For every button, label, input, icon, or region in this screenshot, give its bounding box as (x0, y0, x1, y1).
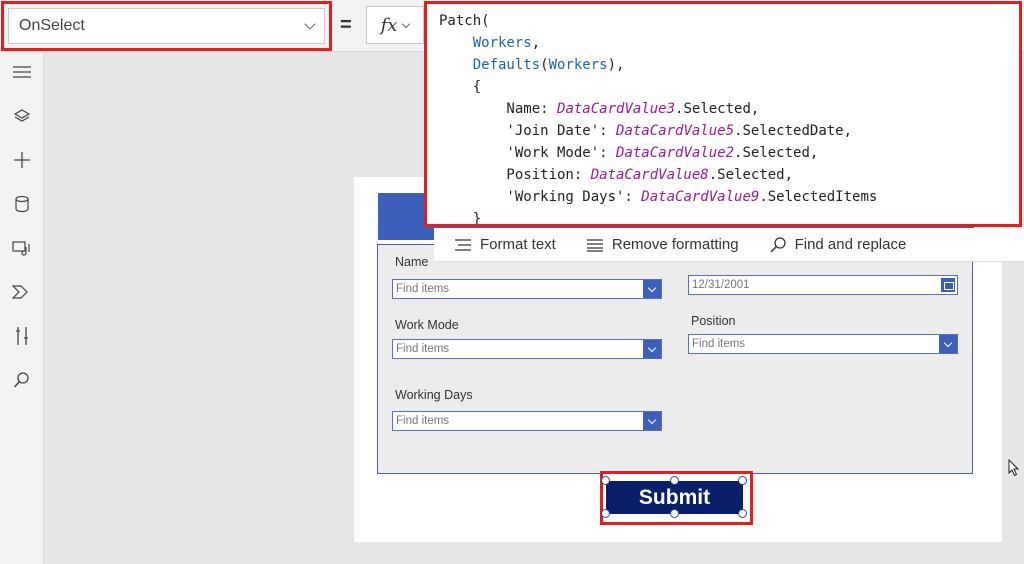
name-label: Name (395, 255, 429, 269)
code-text: 'Join Date': (439, 123, 617, 139)
chevron-down-icon[interactable] (939, 335, 957, 353)
fx-button[interactable]: fx (366, 6, 424, 44)
chevron-down-icon (402, 19, 411, 28)
calendar-icon[interactable] (941, 278, 955, 292)
formula-code[interactable]: Patch( Workers, Defaults(Workers), { Nam… (439, 10, 877, 227)
find-replace-button[interactable]: Find and replace (769, 236, 907, 254)
find-replace-label: Find and replace (794, 236, 907, 253)
code-text: } (439, 211, 482, 227)
work-mode-combobox[interactable]: Find items (392, 339, 662, 359)
code-text: Position: (439, 167, 591, 183)
code-text: Name: (439, 101, 558, 117)
work-mode-label: Work Mode (395, 318, 459, 332)
code-text: { (439, 79, 482, 95)
plus-icon[interactable] (6, 144, 38, 176)
code-text: .SelectedItems (759, 189, 878, 205)
position-placeholder: Find items (692, 338, 746, 350)
mouse-cursor-icon (1008, 459, 1020, 477)
resize-handle[interactable] (670, 476, 679, 485)
code-line: Workers, (439, 32, 877, 54)
media-icon[interactable] (6, 232, 38, 264)
format-text-label: Format text (480, 236, 556, 253)
remove-formatting-icon (586, 238, 603, 252)
name-placeholder: Find items (396, 283, 450, 295)
code-text: ( (540, 57, 549, 73)
code-line: Position: DataCardValue8.Selected, (439, 164, 877, 186)
hamburger-icon[interactable] (6, 56, 38, 88)
working-days-combobox[interactable]: Find items (392, 411, 662, 431)
code-line: { (439, 76, 877, 98)
code-text: 'Work Mode': (439, 145, 617, 161)
code-line: Name: DataCardValue3.Selected, (439, 98, 877, 120)
code-line: 'Join Date': DataCardValue5.SelectedDate… (439, 120, 877, 142)
remove-formatting-label: Remove formatting (611, 236, 739, 253)
position-combobox[interactable]: Find items (688, 334, 958, 354)
code-line: Defaults(Workers), (439, 54, 877, 76)
code-variable: DataCardValue5 (616, 123, 735, 139)
code-line: 'Working Days': DataCardValue9.SelectedI… (439, 186, 877, 208)
code-text: Patch( (439, 13, 490, 29)
code-table: Workers (472, 35, 532, 51)
property-dropdown[interactable]: OnSelect (8, 8, 325, 44)
search-icon[interactable] (6, 364, 38, 396)
formula-format-bar: Format text Remove formatting Find and r… (434, 228, 1024, 262)
resize-handle[interactable] (738, 509, 747, 518)
format-text-icon (455, 238, 471, 251)
chevron-down-icon (304, 18, 316, 30)
resize-handle[interactable] (601, 509, 610, 518)
resize-handle[interactable] (738, 476, 747, 485)
chevron-down-icon[interactable] (643, 340, 661, 358)
fx-icon: fx (380, 14, 398, 36)
remove-formatting-button[interactable]: Remove formatting (586, 236, 739, 253)
code-text: 'Working Days': (439, 189, 642, 205)
left-rail (0, 52, 44, 564)
chevron-down-icon[interactable] (643, 280, 661, 298)
database-icon[interactable] (6, 188, 38, 220)
code-variable: DataCardValue2 (616, 145, 735, 161)
power-automate-icon[interactable] (6, 276, 38, 308)
code-table: Workers (548, 57, 608, 73)
working-days-placeholder: Find items (396, 415, 450, 427)
work-mode-placeholder: Find items (396, 343, 450, 355)
code-text: .Selected, (708, 167, 794, 183)
code-variable: DataCardValue9 (641, 189, 760, 205)
position-label: Position (691, 314, 736, 328)
code-text: .Selected, (675, 101, 760, 117)
tools-icon[interactable] (6, 320, 38, 352)
code-text: .Selected, (734, 145, 819, 161)
worker-form: Name Find items Join Date 12/31/2001 Wor… (377, 244, 973, 474)
code-variable: DataCardValue3 (557, 101, 676, 117)
code-table: Defaults (472, 57, 541, 73)
code-line: 'Work Mode': DataCardValue2.Selected, (439, 142, 877, 164)
resize-handle[interactable] (670, 509, 679, 518)
chevron-down-icon[interactable] (643, 412, 661, 430)
code-text: .SelectedDate, (734, 123, 853, 139)
formula-editor[interactable]: Patch( Workers, Defaults(Workers), { Nam… (424, 1, 1022, 227)
layers-icon[interactable] (6, 100, 38, 132)
property-value: OnSelect (19, 17, 85, 34)
code-line: Patch( (439, 10, 877, 32)
equals-sign: = (340, 14, 352, 36)
join-date-picker[interactable]: 12/31/2001 (688, 275, 958, 295)
code-variable: DataCardValue8 (590, 167, 709, 183)
search-icon (770, 236, 786, 253)
property-selector-highlight: OnSelect (1, 1, 332, 51)
format-text-button[interactable]: Format text (454, 236, 556, 253)
join-date-value: 12/31/2001 (692, 279, 750, 291)
working-days-label: Working Days (395, 388, 473, 402)
resize-handle[interactable] (601, 476, 610, 485)
name-combobox[interactable]: Find items (392, 279, 662, 299)
code-line: } (439, 208, 877, 227)
code-text: , (531, 35, 541, 51)
code-text: ), (607, 57, 625, 73)
